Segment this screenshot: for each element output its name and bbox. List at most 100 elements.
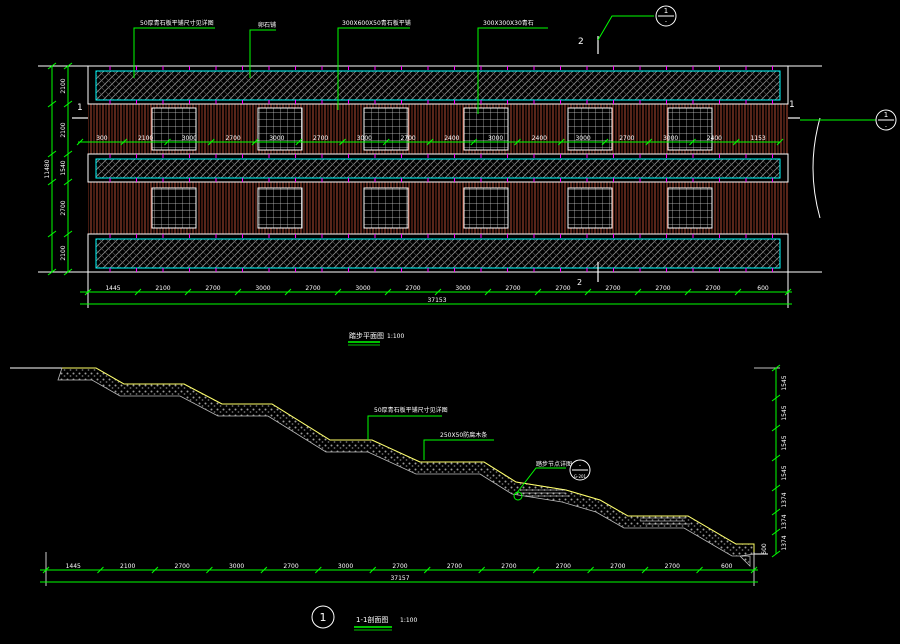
callout-pebble: 卵石铺 [258, 21, 276, 29]
plan-bottom-dim-label: 2700 [405, 285, 420, 292]
section-bottom-dim-label: 2700 [665, 563, 680, 570]
section-bottom-dim-label: 2700 [392, 563, 407, 570]
cut-label-top: 2 [578, 37, 584, 47]
plan-bottom-dim-label: 2700 [705, 285, 720, 292]
stone-strip-bottom [87, 233, 789, 273]
grid-pad [567, 107, 613, 151]
section-detail-marker: - G-201 [569, 459, 591, 481]
plan-bottom-dim-label: 2700 [605, 285, 620, 292]
section-bottom-dim-label: 3000 [229, 563, 244, 570]
callout-wood-strip: 250X50防腐木条 [440, 431, 487, 439]
stair-body [57, 367, 755, 567]
cut-label-left: 1 [77, 103, 83, 113]
grid-pad [667, 187, 713, 229]
left-dim-label: 2100 [60, 78, 67, 93]
stone-strip-top [87, 65, 789, 105]
detail-marker-top-label: 1 [664, 7, 668, 15]
cad-drawing-canvas: 11480 2100 2100 1540 2700 2100 300 2100 30… [10, 5, 897, 631]
left-dim-label: 2700 [60, 200, 67, 215]
section-detail-marker-top: - [579, 462, 581, 469]
plan-bottom-dim-label: 3000 [455, 285, 470, 292]
row-dim-label: 2700 [400, 135, 415, 142]
callout-step-detail: 踏步节点详图 [536, 460, 572, 468]
row-dim-label: 2100 [138, 135, 153, 142]
row-dim-label: 3000 [357, 135, 372, 142]
left-dim-label: 2100 [60, 245, 67, 260]
grid-pad [363, 187, 409, 229]
section-title: 1-1剖面图 [356, 615, 388, 624]
section-view: 1545 1545 1545 1545 1374 1374 1374 600 1445 210… [10, 364, 788, 631]
section-right-dim-label: 1374 [781, 514, 788, 529]
section-bottom-dim-label: 600 [721, 563, 733, 570]
left-dim-label: 1540 [60, 160, 67, 175]
left-dimension-chain: 11480 2100 2100 1540 2700 2100 [44, 62, 73, 276]
plan-bottom-dim-label: 3000 [255, 285, 270, 292]
section-bottom-dim-label: 2700 [283, 563, 298, 570]
plan-bottom-dim-label: 2100 [155, 285, 170, 292]
section-right-dim-label: 1545 [781, 375, 788, 390]
cut-label-bottom: 2 [577, 278, 582, 287]
row-dim-label: 3000 [182, 135, 197, 142]
stone-strip-middle [87, 153, 789, 183]
grid-pad [151, 107, 197, 151]
plan-total-dim: 37153 [427, 297, 446, 304]
row-dim-label: 3000 [269, 135, 284, 142]
boundary-arc [812, 117, 821, 219]
callout-stone-300x300: 300X300X30青石 [483, 19, 534, 27]
row-dim-label: 1153 [750, 135, 765, 142]
callout-stone-paving: 50厚青石板平铺尺寸见详图 [140, 19, 214, 27]
section-total-dim: 37157 [390, 575, 409, 582]
section-bottom-dim-label: 2700 [447, 563, 462, 570]
grid-pad [257, 187, 303, 229]
plan-bottom-dim-label: 2700 [305, 285, 320, 292]
grid-pad [463, 107, 509, 151]
section-title-block: 1 1-1剖面图 1:100 [311, 605, 417, 631]
section-bottom-dim-label: 2100 [120, 563, 135, 570]
plan-bottom-dim-label: 2700 [655, 285, 670, 292]
section-bottom-dimension-chain: 1445 2100 2700 3000 2700 3000 2700 2700 2700 2700… [40, 552, 758, 586]
section-bottom-dim-label: 2700 [556, 563, 571, 570]
detail-marker-top: 1 - [597, 5, 677, 41]
section-base-dim: 600 [761, 543, 768, 555]
plan-bottom-dim-label: 3000 [355, 285, 370, 292]
plan-scale: 1:100 [387, 333, 404, 340]
section-scale: 1:100 [400, 617, 417, 624]
row-dim-label: 2700 [225, 135, 240, 142]
section-title-number: 1 [320, 611, 327, 624]
grid-pad [567, 187, 613, 229]
plan-bottom-dim-label: 1445 [105, 285, 120, 292]
grid-pad [151, 187, 197, 229]
section-bottom-dim-label: 2700 [175, 563, 190, 570]
detail-marker-right-sub: - [885, 123, 887, 130]
plan-title-block: 踏步平面图 1:100 [348, 331, 404, 346]
section-bottom-dim-label: 2700 [501, 563, 516, 570]
plan-bottom-dim-label: 600 [757, 285, 769, 292]
row-dim-label: 2700 [313, 135, 328, 142]
row-dim-label: 2400 [444, 135, 459, 142]
grid-pad [363, 107, 409, 151]
callout-stone-paving-section: 50厚青石板平铺尺寸见详图 [374, 406, 448, 414]
detail-marker-right-label: 1 [884, 111, 888, 119]
row-dim-label: 2400 [532, 135, 547, 142]
grid-pad [257, 107, 303, 151]
section-right-dim-label: 1545 [781, 465, 788, 480]
section-bottom-dim-label: 3000 [338, 563, 353, 570]
row-dim-label: 2400 [707, 135, 722, 142]
section-right-dim-label: 1374 [781, 492, 788, 507]
callout-slab-300x600: 300X600X50青石板平铺 [342, 19, 411, 27]
row-dim-label: 2700 [619, 135, 634, 142]
section-detail-marker-bottom: G-201 [574, 474, 587, 479]
section-right-dimension-chain: 1545 1545 1545 1545 1374 1374 1374 600 [754, 364, 788, 558]
section-bottom-dim-label: 2700 [610, 563, 625, 570]
detail-marker-top-sub: - [665, 18, 667, 25]
plan-bottom-dim-label: 2700 [555, 285, 570, 292]
grid-pad [667, 107, 713, 151]
row-dim-label: 3000 [488, 135, 503, 142]
section-right-dim-label: 1545 [781, 405, 788, 420]
row-dim-label: 300 [96, 135, 108, 142]
plan-bottom-dim-label: 2700 [505, 285, 520, 292]
row-dim-label: 3000 [575, 135, 590, 142]
grid-pad [463, 187, 509, 229]
detail-marker-right: 1 - [800, 109, 897, 131]
section-right-dim-label: 1545 [781, 435, 788, 450]
